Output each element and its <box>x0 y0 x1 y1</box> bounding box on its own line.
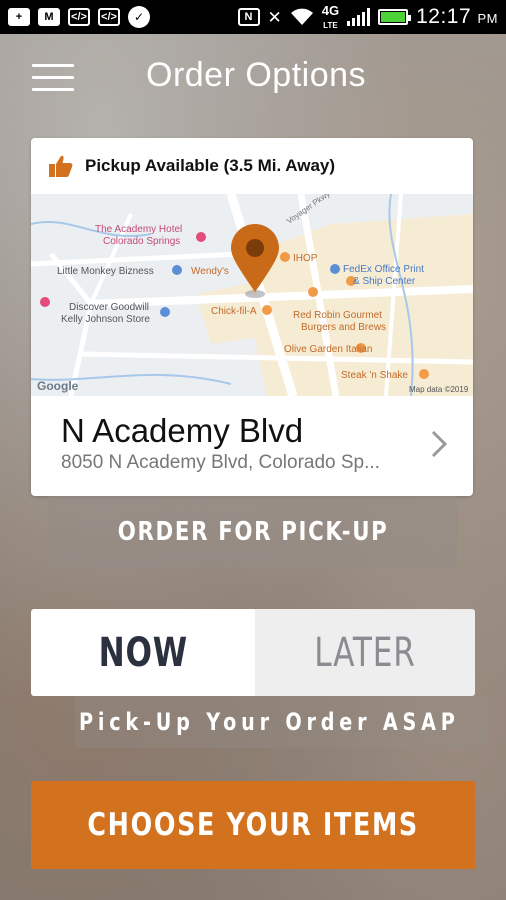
svg-text:Colorado Springs: Colorado Springs <box>103 236 180 247</box>
now-label: NOW <box>98 629 188 676</box>
choose-items-label: CHOOSE YOUR ITEMS <box>87 807 419 843</box>
choose-items-button[interactable]: CHOOSE YOUR ITEMS <box>31 781 475 869</box>
svg-text:Wendy's: Wendy's <box>191 266 229 277</box>
chat-icon: ✓ <box>128 6 150 28</box>
nfc-icon: N <box>237 8 260 26</box>
wifi-icon <box>290 8 313 25</box>
location-address: 8050 N Academy Blvd, Colorado Sp... <box>61 452 380 473</box>
status-bar: + M </> </> ✓ N ✕ 4G LTE 12:17 PM <box>0 0 506 34</box>
header: Order Options <box>0 34 506 124</box>
order-timing-toggle: NOW LATER <box>31 609 475 696</box>
chevron-right-icon <box>431 430 447 458</box>
later-label: LATER <box>314 629 416 676</box>
plus-icon: + <box>8 8 30 26</box>
svg-text:Steak 'n Shake: Steak 'n Shake <box>341 370 408 381</box>
later-option[interactable]: LATER <box>255 609 475 696</box>
svg-text:Burgers and Brews: Burgers and Brews <box>301 322 386 333</box>
now-option[interactable]: NOW <box>31 609 255 696</box>
system-icons: N ✕ 4G LTE 12:17 PM <box>237 3 499 30</box>
order-for-pickup-label: ORDER FOR PICK-UP <box>117 517 389 547</box>
svg-text:Chick-fil-A: Chick-fil-A <box>211 306 257 317</box>
gmail-icon: M <box>38 8 60 26</box>
location-card: Pickup Available (3.5 Mi. Away) The Acad… <box>31 138 473 496</box>
hamburger-menu-icon[interactable] <box>32 64 74 94</box>
pickup-status-text: Pickup Available (3.5 Mi. Away) <box>85 156 336 175</box>
clock: 12:17 PM <box>416 5 498 28</box>
thumbs-up-icon <box>49 154 75 178</box>
page-title: Order Options <box>146 56 367 94</box>
mute-icon: ✕ <box>267 7 282 27</box>
svg-text:Little Monkey Bizness: Little Monkey Bizness <box>57 266 154 277</box>
timing-caption-text: Pick-Up Your Order ASAP <box>79 708 460 736</box>
svg-text:Map data ©2019: Map data ©2019 <box>409 385 469 394</box>
code-icon: </> <box>68 8 90 26</box>
svg-text:Olive Garden Italian: Olive Garden Italian <box>284 344 372 355</box>
svg-text:Discover Goodwill: Discover Goodwill <box>69 302 149 313</box>
map-canvas: The Academy Hotel Colorado Springs Littl… <box>31 189 473 398</box>
battery-icon <box>378 9 412 25</box>
svg-text:Google: Google <box>37 379 79 393</box>
notification-icons: + M </> </> ✓ <box>8 6 150 28</box>
svg-text:IHOP: IHOP <box>293 253 318 264</box>
code-icon: </> <box>98 8 120 26</box>
timing-caption: Pick-Up Your Order ASAP <box>75 696 487 748</box>
location-map[interactable]: The Academy Hotel Colorado Springs Littl… <box>31 189 473 398</box>
signal-icon <box>347 8 371 26</box>
svg-text:The Academy Hotel: The Academy Hotel <box>95 224 182 235</box>
svg-text:Kelly Johnson Store: Kelly Johnson Store <box>61 314 150 325</box>
svg-text:FedEx Office Print: FedEx Office Print <box>343 264 424 275</box>
location-selector[interactable]: N Academy Blvd 8050 N Academy Blvd, Colo… <box>31 396 473 496</box>
location-name: N Academy Blvd <box>61 412 304 449</box>
svg-text:Red Robin Gourmet: Red Robin Gourmet <box>293 310 382 321</box>
network-type: 4G LTE <box>321 3 340 30</box>
pickup-status-row: Pickup Available (3.5 Mi. Away) <box>31 138 473 194</box>
order-for-pickup-button[interactable]: ORDER FOR PICK-UP <box>49 496 457 568</box>
svg-text:& Ship Center: & Ship Center <box>353 276 416 287</box>
